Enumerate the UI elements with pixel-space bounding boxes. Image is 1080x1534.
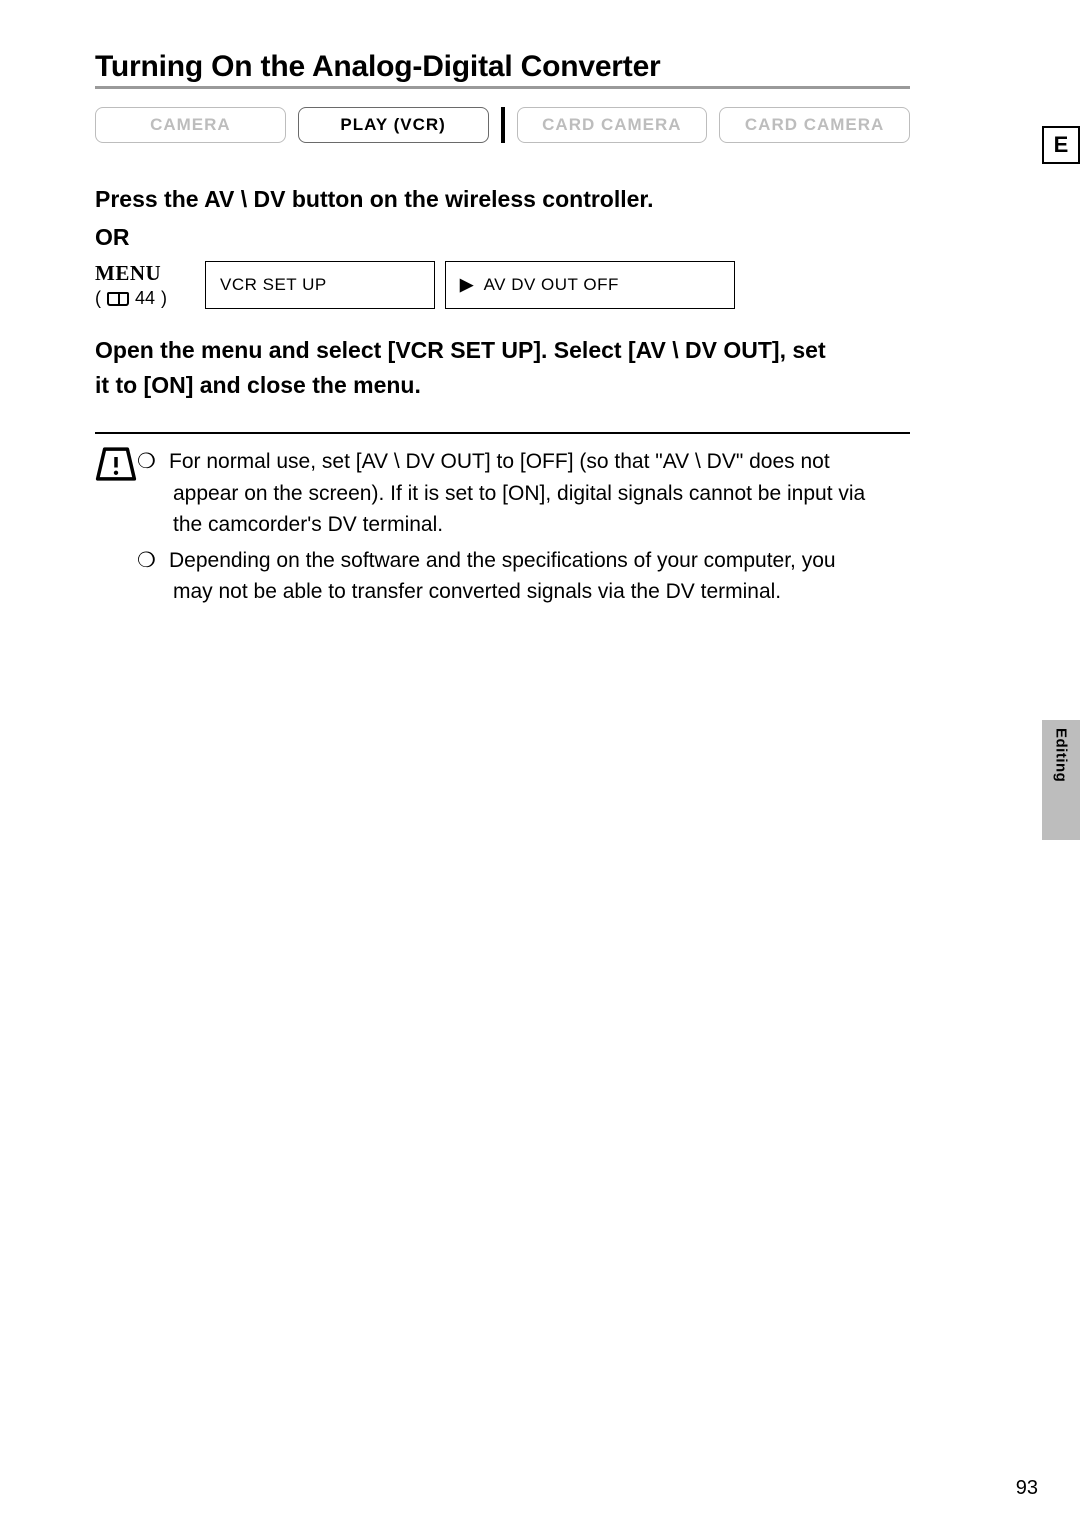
instruction-step-2: Open the menu and select [VCR SET UP]. S… bbox=[95, 333, 840, 402]
menu-box-vcr-setup: VCR SET UP bbox=[205, 261, 435, 309]
page-title: Turning On the Analog-Digital Converter bbox=[95, 50, 910, 89]
right-rail: E Editing bbox=[1004, 0, 1080, 1534]
mode-card-camera-2: CARD CAMERA bbox=[719, 107, 910, 143]
note-list: ❍For normal use, set [AV \ DV OUT] to [O… bbox=[155, 446, 875, 612]
chevron-right-icon: ▶ bbox=[460, 275, 474, 295]
menu-label: MENU bbox=[95, 261, 195, 286]
page-content: Turning On the Analog-Digital Converter … bbox=[95, 50, 910, 612]
mode-separator bbox=[501, 107, 505, 143]
language-tab: E bbox=[1042, 126, 1080, 164]
instruction-or: OR bbox=[95, 224, 910, 251]
page-number: 93 bbox=[1016, 1477, 1038, 1500]
bullet-icon: ❍ bbox=[155, 545, 169, 577]
bullet-icon: ❍ bbox=[155, 446, 169, 478]
note-1-text: For normal use, set [AV \ DV OUT] to [OF… bbox=[169, 450, 865, 536]
book-icon bbox=[107, 292, 129, 306]
menu-block: MENU ( 44) bbox=[95, 261, 195, 309]
note-item-2: ❍Depending on the software and the speci… bbox=[155, 545, 875, 608]
menu-path-row: MENU ( 44) VCR SET UP ▶ AV DV OUT OFF bbox=[95, 261, 910, 309]
menu-box-av-dv-out: ▶ AV DV OUT OFF bbox=[445, 261, 735, 309]
note-item-1: ❍For normal use, set [AV \ DV OUT] to [O… bbox=[155, 446, 875, 541]
mode-tabs: CAMERA PLAY (VCR) CARD CAMERA CARD CAMER… bbox=[95, 107, 910, 143]
mode-card-camera-1: CARD CAMERA bbox=[517, 107, 708, 143]
menu-box-1-text: VCR SET UP bbox=[220, 275, 327, 295]
section-divider bbox=[95, 432, 910, 434]
note-2-text: Depending on the software and the specif… bbox=[169, 549, 836, 604]
section-tab-label: Editing bbox=[1053, 728, 1070, 782]
section-tab: Editing bbox=[1042, 720, 1080, 840]
mode-camera: CAMERA bbox=[95, 107, 286, 143]
instruction-step-1: Press the AV \ DV button on the wireless… bbox=[95, 183, 910, 216]
mode-play-vcr: PLAY (VCR) bbox=[298, 107, 489, 143]
menu-ref-number: 44 bbox=[135, 288, 155, 309]
caution-icon bbox=[95, 446, 137, 482]
menu-page-reference: ( 44) bbox=[95, 288, 195, 309]
note-section: ❍For normal use, set [AV \ DV OUT] to [O… bbox=[95, 446, 910, 612]
menu-box-2-text: AV DV OUT OFF bbox=[484, 275, 619, 295]
